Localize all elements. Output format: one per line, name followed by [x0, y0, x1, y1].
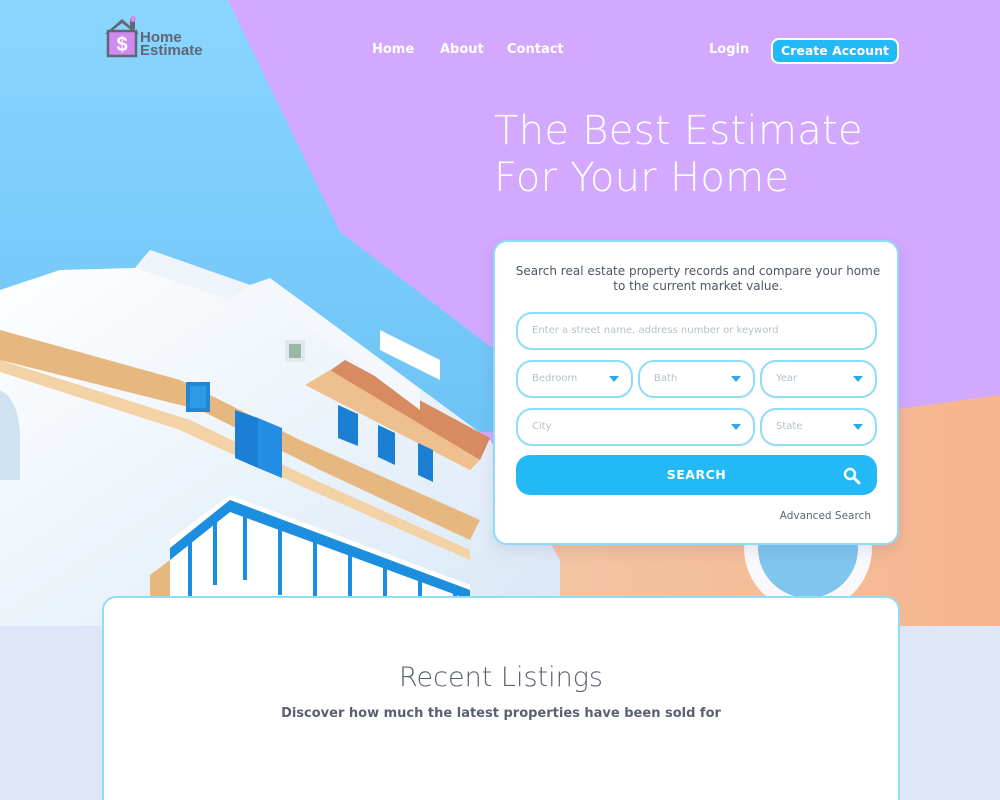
chevron-down-icon: [609, 376, 619, 382]
bath-select[interactable]: Bath: [638, 360, 755, 398]
city-select-label: City: [532, 421, 552, 432]
chevron-down-icon: [731, 424, 741, 430]
year-select-label: Year: [776, 373, 798, 384]
brand-name: Home Estimate: [140, 30, 203, 59]
hero-headline: The Best Estimate For Your Home: [494, 108, 863, 202]
chevron-down-icon: [853, 424, 863, 430]
bath-select-label: Bath: [654, 373, 678, 384]
street-search-placeholder: Enter a street name, address number or k…: [532, 325, 779, 336]
year-select[interactable]: Year: [760, 360, 877, 398]
search-button-label: SEARCH: [666, 467, 727, 482]
chevron-down-icon: [853, 376, 863, 382]
search-description: Search real estate property records and …: [515, 264, 881, 293]
state-select[interactable]: State: [760, 408, 877, 446]
brand-logo[interactable]: $ Home Estimate: [102, 16, 222, 60]
nav-login-link[interactable]: Login: [709, 42, 749, 57]
bedroom-select-label: Bedroom: [532, 373, 578, 384]
recent-listings-subtitle: Discover how much the latest properties …: [281, 706, 721, 721]
chevron-down-icon: [731, 376, 741, 382]
recent-listings-title: Recent Listings: [399, 662, 603, 693]
svg-text:$: $: [116, 34, 127, 56]
nav-home-link[interactable]: Home: [372, 42, 414, 57]
create-account-button[interactable]: Create Account: [771, 38, 899, 64]
search-card: Search real estate property records and …: [493, 240, 899, 545]
city-select[interactable]: City: [516, 408, 755, 446]
state-select-label: State: [776, 421, 803, 432]
hero-section: $ Home Estimate Home About Contact Login…: [0, 0, 1000, 626]
street-search-input[interactable]: Enter a street name, address number or k…: [516, 312, 877, 350]
recent-listings-section: Recent Listings Discover how much the la…: [102, 596, 900, 800]
hero-headline-line2: For Your Home: [494, 155, 790, 201]
house-dollar-icon: $: [105, 16, 139, 58]
search-icon: [843, 467, 861, 485]
nav-contact-link[interactable]: Contact: [507, 42, 564, 57]
bedroom-select[interactable]: Bedroom: [516, 360, 633, 398]
search-button[interactable]: SEARCH: [516, 455, 877, 495]
brand-name-line2: Estimate: [140, 42, 203, 59]
nav-about-link[interactable]: About: [440, 42, 484, 57]
advanced-search-link[interactable]: Advanced Search: [780, 510, 871, 522]
hero-headline-line1: The Best Estimate: [494, 108, 863, 154]
